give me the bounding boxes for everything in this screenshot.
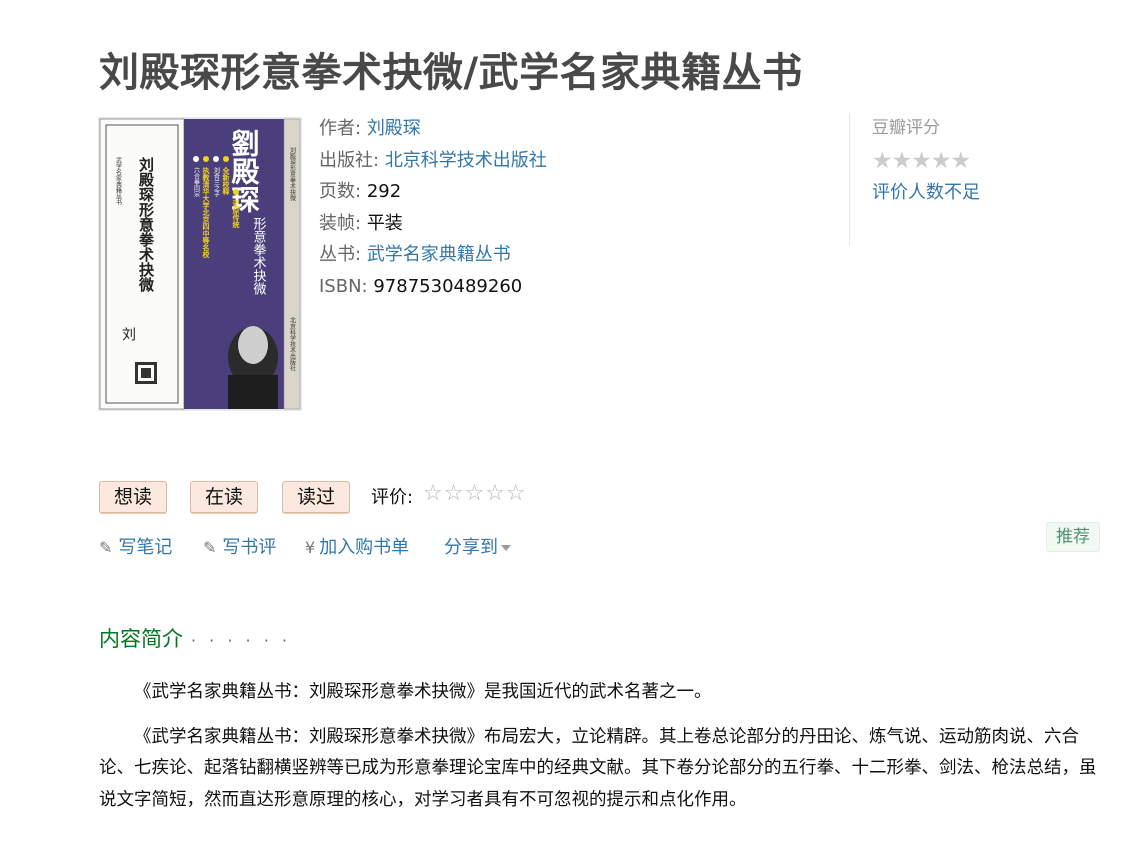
- svg-text:还原传统: 还原传统: [232, 199, 241, 229]
- series-label: 丛书:: [319, 244, 362, 265]
- rating-stars-icon: ★★★★★: [872, 148, 971, 174]
- douban-rating-box: 豆瓣评分 ★★★★★ 评价人数不足: [849, 113, 1050, 246]
- pages-value: 292: [366, 181, 402, 202]
- rating-insufficient-link[interactable]: 评价人数不足: [872, 178, 980, 204]
- svg-text:全新校释: 全新校释: [222, 166, 231, 196]
- add-to-booklist-label: 加入购书单: [319, 537, 410, 558]
- info-author-row: 作者: 刘殿琛: [319, 113, 547, 145]
- reading-button[interactable]: 在读: [190, 481, 259, 513]
- share-label: 分享到: [444, 537, 498, 558]
- intro-paragraph-1: 《武学名家典籍丛书：刘殿琛形意拳术抉微》是我国近代的武术名著之一。: [134, 682, 712, 702]
- write-review-label: 写书评: [222, 537, 277, 558]
- pencil-icon: ✎: [99, 538, 113, 557]
- yen-icon: ¥: [305, 538, 316, 557]
- cover-title-text: 刘殿琛形意拳术抉微: [137, 156, 155, 293]
- binding-label: 装帧:: [319, 212, 362, 234]
- book-cover-image[interactable]: 武学名家典籍丛书 刘殿琛形意拳术抉微 刘 劉殿琛 形意拳术抉微 全新校释 刘奇兰…: [98, 117, 302, 411]
- write-note-label: 写笔记: [118, 537, 173, 558]
- publisher-label: 出版社:: [319, 149, 380, 171]
- isbn-value: 9787530489260: [373, 275, 523, 297]
- rating-label: 豆瓣评分: [872, 118, 940, 138]
- book-info: 作者: 刘殿琛 出版社: 北京科学技术出版社 页数: 292 装帧: 平装 丛书…: [319, 113, 547, 302]
- publisher-link[interactable]: 北京科学技术出版社: [385, 150, 547, 171]
- svg-text:执教清华大学北京四中等名校: 执教清华大学北京四中等名校: [202, 166, 211, 259]
- isbn-label: ISBN:: [319, 275, 368, 297]
- add-to-booklist-link[interactable]: ¥ 加入购书单: [305, 533, 409, 559]
- svg-text:刘: 刘: [120, 327, 136, 341]
- user-rating-label: 评价:: [371, 487, 414, 508]
- svg-text:刘奇兰之子: 刘奇兰之子: [213, 166, 220, 197]
- info-isbn-row: ISBN: 9787530489260: [319, 271, 547, 303]
- svg-text:六合拳同宗: 六合拳同宗: [193, 166, 200, 197]
- share-dropdown[interactable]: 分享到: [444, 533, 511, 559]
- chevron-down-icon: [501, 545, 511, 551]
- intro-content: 《武学名家典籍丛书：刘殿琛形意拳术抉微》是我国近代的武术名著之一。 《武学名家典…: [99, 677, 1099, 829]
- author-label: 作者:: [319, 118, 362, 139]
- svg-text:刘殿琛形意拳术抉微: 刘殿琛形意拳术抉微: [289, 146, 296, 202]
- intro-heading-dots: · · · · · ·: [191, 631, 291, 650]
- page-title: 刘殿琛形意拳术抉微/武学名家典籍丛书: [99, 50, 803, 96]
- have-read-button[interactable]: 读过: [282, 481, 351, 513]
- recommend-button[interactable]: 推荐: [1046, 522, 1100, 552]
- info-binding-row: 装帧: 平装: [319, 208, 547, 240]
- user-rating-stars[interactable]: ☆☆☆☆☆: [423, 481, 527, 506]
- want-to-read-button[interactable]: 想读: [99, 481, 168, 513]
- author-link[interactable]: 刘殿琛: [367, 118, 421, 139]
- write-review-link[interactable]: ✎ 写书评: [203, 533, 276, 559]
- write-note-link[interactable]: ✎ 写笔记: [99, 533, 172, 559]
- pencil-icon: ✎: [203, 538, 217, 557]
- intro-heading-text: 内容简介: [99, 627, 183, 651]
- intro-heading: 内容简介 · · · · · ·: [99, 623, 291, 653]
- cover-publisher-text: 北京科学技术出版社: [289, 316, 296, 372]
- intro-paragraph-2: 《武学名家典籍丛书：刘殿琛形意拳术抉微》布局宏大，立论精辟。其上卷总论部分的丹田…: [99, 726, 1097, 810]
- cover-subtitle-text: 形意拳术抉微: [251, 217, 267, 295]
- binding-value: 平装: [366, 212, 403, 234]
- pages-label: 页数:: [319, 181, 362, 202]
- cover-series-text: 武学名家典籍丛书: [115, 156, 122, 206]
- info-pages-row: 页数: 292: [319, 176, 547, 208]
- info-series-row: 丛书: 武学名家典籍丛书: [319, 239, 547, 271]
- info-publisher-row: 出版社: 北京科学技术出版社: [319, 145, 547, 177]
- series-link[interactable]: 武学名家典籍丛书: [367, 244, 511, 265]
